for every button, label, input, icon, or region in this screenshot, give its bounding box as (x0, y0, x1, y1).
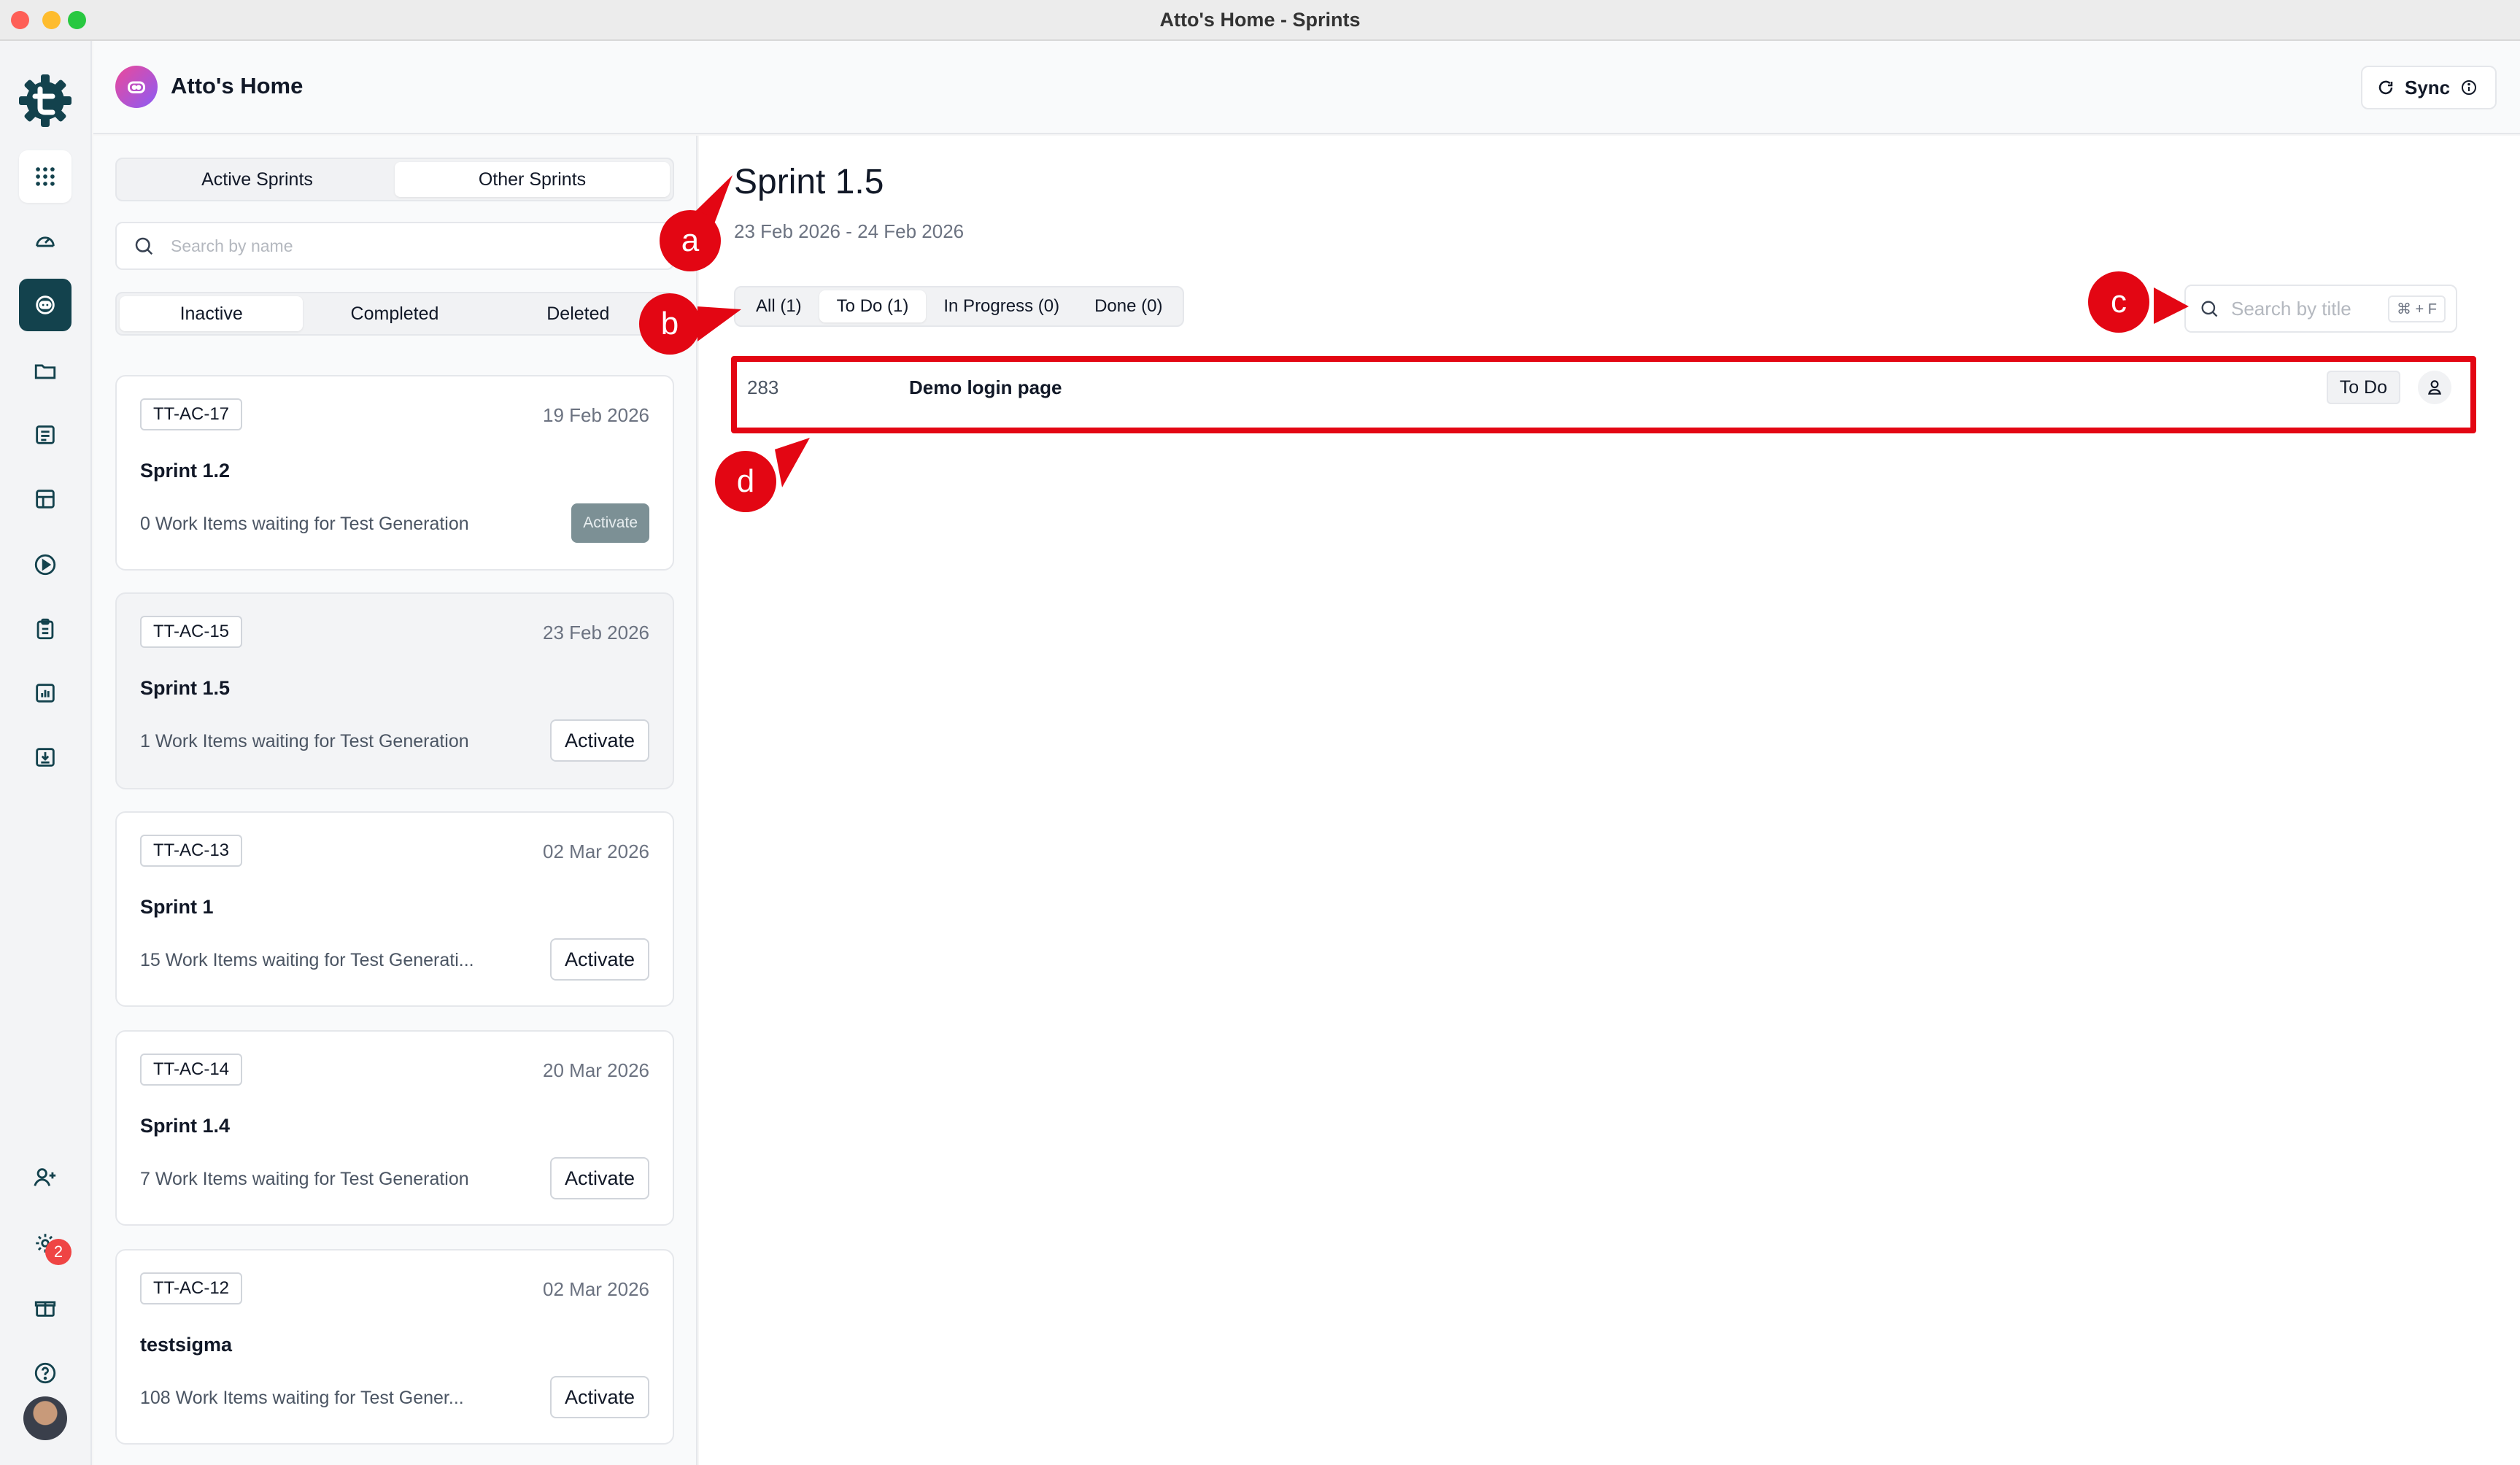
sprint-work-items-info: 1 Work Items waiting for Test Generation (140, 731, 469, 751)
rail-updates-button[interactable] (19, 1281, 71, 1334)
filter-all[interactable]: All (1) (738, 290, 819, 322)
rail-help-button[interactable] (19, 1347, 71, 1399)
sprint-name: Sprint 1 (140, 896, 214, 918)
sprint-date-range: 23 Feb 2026 - 24 Feb 2026 (734, 220, 965, 242)
add-user-icon (34, 1168, 56, 1186)
tab-inactive[interactable]: Inactive (120, 296, 304, 331)
activate-button[interactable]: Activate (549, 719, 649, 762)
sprint-date: 02 Mar 2026 (543, 840, 649, 862)
sprint-name: testsigma (140, 1334, 233, 1356)
rail-suites-button[interactable] (19, 473, 71, 525)
activate-button[interactable]: Activate (571, 503, 649, 543)
question-circle-icon (34, 1362, 56, 1384)
sync-button[interactable]: Sync (2361, 66, 2497, 109)
sprint-work-items-info: 15 Work Items waiting for Test Generati.… (140, 950, 474, 970)
download-tray-icon (36, 748, 55, 767)
sprint-name: Sprint 1.5 (140, 677, 231, 699)
rail-test-cases-button[interactable] (19, 409, 71, 461)
rail-dashboard-button[interactable] (19, 214, 71, 267)
gauge-icon (36, 236, 55, 247)
search-icon (2201, 301, 2218, 317)
sprint-search-input[interactable] (171, 236, 652, 256)
filter-in-progress[interactable]: In Progress (0) (926, 290, 1077, 322)
sprint-date: 23 Feb 2026 (542, 622, 649, 643)
rail-import-button[interactable] (19, 731, 71, 784)
search-shortcut: ⌘ + F (2387, 295, 2446, 322)
filter-to-do[interactable]: To Do (1) (819, 290, 927, 322)
sprint-name: Sprint 1.2 (140, 460, 231, 482)
tab-active-sprints[interactable]: Active Sprints (120, 162, 395, 197)
sprint-work-items-info: 108 Work Items waiting for Test Gener... (140, 1388, 464, 1408)
sprint-date: 19 Feb 2026 (542, 404, 649, 426)
sprint-key-tag: TT-AC-13 (140, 835, 243, 867)
rail-runs-button[interactable] (19, 538, 71, 591)
work-item-filter-tabs: All (1) To Do (1) In Progress (0) Done (… (734, 286, 1185, 327)
table-icon (36, 490, 55, 509)
highlight-box (731, 356, 2476, 433)
annotation-marker-b: b (639, 293, 700, 355)
sprint-key-tag: TT-AC-15 (140, 616, 243, 648)
info-icon[interactable] (2460, 79, 2478, 96)
app-logo-icon[interactable] (18, 73, 73, 128)
play-icon (34, 554, 56, 576)
grid-icon (36, 167, 55, 186)
rail-invite-user-button[interactable] (19, 1151, 71, 1204)
sprint-card[interactable]: TT-AC-13 02 Mar 2026 Sprint 1 15 Work It… (115, 811, 674, 1007)
sprint-status-toggle: Inactive Completed Deleted (115, 292, 674, 336)
atto-robot-icon (115, 66, 158, 108)
folder-icon (34, 364, 56, 379)
sprint-work-items-info: 0 Work Items waiting for Test Generation (140, 514, 469, 534)
robot-icon (36, 295, 55, 314)
rail-reports-button[interactable] (19, 667, 71, 719)
activate-button[interactable]: Activate (549, 1376, 649, 1418)
activate-button[interactable]: Activate (549, 1157, 649, 1199)
notification-badge: 2 (45, 1239, 71, 1265)
sprint-work-items-info: 7 Work Items waiting for Test Generation (140, 1169, 469, 1189)
sprint-key-tag: TT-AC-12 (140, 1272, 243, 1304)
search-icon (135, 237, 153, 255)
window-titlebar: Atto's Home - Sprints (0, 0, 2520, 41)
sprint-date: 20 Mar 2026 (543, 1059, 649, 1081)
rail-atto-button[interactable] (19, 279, 71, 331)
refresh-icon (2378, 80, 2393, 95)
annotation-marker-d: d (715, 451, 776, 512)
annotation-marker-a: a (660, 210, 721, 271)
work-item-search: ⌘ + F (2184, 285, 2457, 333)
rail-apps-button[interactable] (19, 150, 71, 203)
tab-completed[interactable]: Completed (303, 296, 486, 331)
bar-chart-icon (36, 684, 55, 703)
sprint-search (115, 222, 674, 270)
sprint-date: 02 Mar 2026 (543, 1278, 649, 1300)
sprint-type-toggle: Active Sprints Other Sprints (115, 158, 674, 201)
sprints-sidebar: Active Sprints Other Sprints Inactive Co… (93, 136, 697, 1465)
user-avatar[interactable] (23, 1396, 67, 1440)
rail-plans-button[interactable] (19, 603, 71, 655)
sprint-name: Sprint 1.4 (140, 1115, 231, 1137)
filter-done[interactable]: Done (0) (1077, 290, 1180, 322)
clipboard-icon (36, 618, 54, 640)
sprint-card[interactable]: TT-AC-14 20 Mar 2026 Sprint 1.4 7 Work I… (115, 1030, 674, 1226)
sprint-card[interactable]: TT-AC-15 23 Feb 2026 Sprint 1.5 1 Work I… (115, 592, 674, 789)
sprint-key-tag: TT-AC-17 (140, 398, 243, 430)
sprint-card[interactable]: TT-AC-17 19 Feb 2026 Sprint 1.2 0 Work I… (115, 375, 674, 571)
workspace-title: Atto's Home (171, 73, 304, 98)
sprint-card[interactable]: TT-AC-12 02 Mar 2026 testsigma 108 Work … (115, 1249, 674, 1445)
rail-projects-button[interactable] (19, 344, 71, 397)
sprint-title: Sprint 1.5 (734, 163, 884, 201)
gift-icon (34, 1301, 56, 1317)
checklist-icon (36, 425, 55, 444)
work-item-search-input[interactable] (2231, 297, 2384, 320)
sprint-detail: Sprint 1.5 23 Feb 2026 - 24 Feb 2026 All… (699, 136, 2520, 1465)
tab-other-sprints[interactable]: Other Sprints (395, 162, 670, 197)
sprint-key-tag: TT-AC-14 (140, 1054, 243, 1086)
window-title: Atto's Home - Sprints (1159, 9, 1361, 31)
activate-button[interactable]: Activate (549, 938, 649, 981)
sync-label: Sync (2405, 76, 2451, 98)
annotation-marker-c: c (2088, 271, 2149, 333)
app-header: Atto's Home Sync (93, 41, 2520, 134)
